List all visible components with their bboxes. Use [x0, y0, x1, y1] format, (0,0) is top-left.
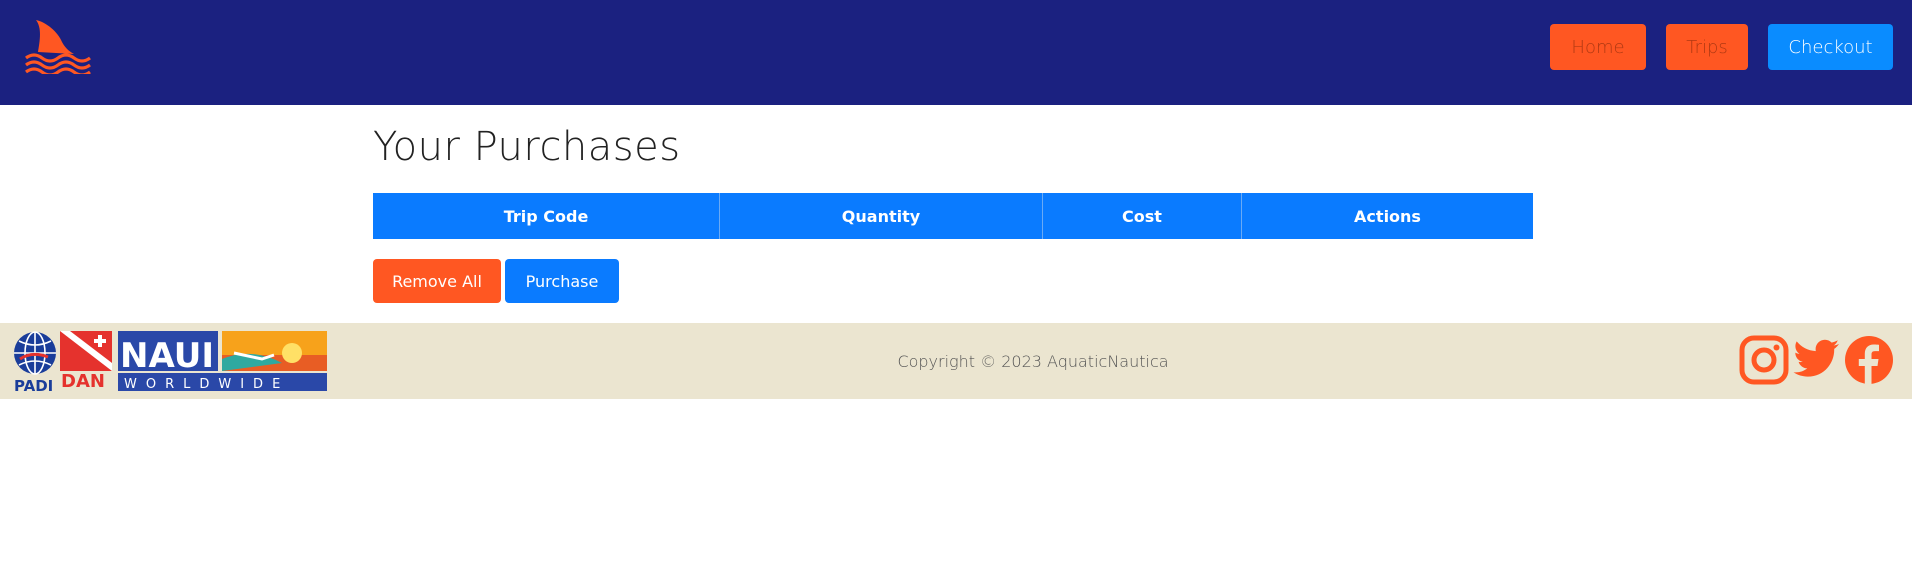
remove-all-button[interactable]: Remove All — [373, 259, 501, 303]
column-header-trip-code: Trip Code — [373, 193, 720, 239]
page-title: Your Purchases — [373, 124, 681, 170]
nav-trips-button[interactable]: Trips — [1666, 24, 1748, 70]
copyright-text: Copyright © 2023 AquaticNautica — [897, 351, 1169, 371]
nav-checkout-button[interactable]: Checkout — [1768, 24, 1893, 70]
column-header-cost: Cost — [1043, 193, 1242, 239]
twitter-icon[interactable] — [1791, 335, 1841, 385]
footer: PADI DAN NAUI WORLDWIDE Copyright © 2023… — [0, 323, 1912, 399]
shark-fin-icon[interactable] — [24, 18, 96, 74]
column-header-actions: Actions — [1354, 206, 1421, 226]
top-navbar: Home Trips Checkout — [0, 0, 1912, 105]
purchases-table: Trip Code Quantity Cost Actions — [373, 193, 1533, 239]
column-header-quantity: Quantity — [720, 193, 1043, 239]
facebook-icon[interactable] — [1844, 335, 1894, 385]
purchase-button[interactable]: Purchase — [505, 259, 619, 303]
nav-home-button[interactable]: Home — [1550, 24, 1646, 70]
instagram-icon[interactable] — [1739, 335, 1789, 385]
